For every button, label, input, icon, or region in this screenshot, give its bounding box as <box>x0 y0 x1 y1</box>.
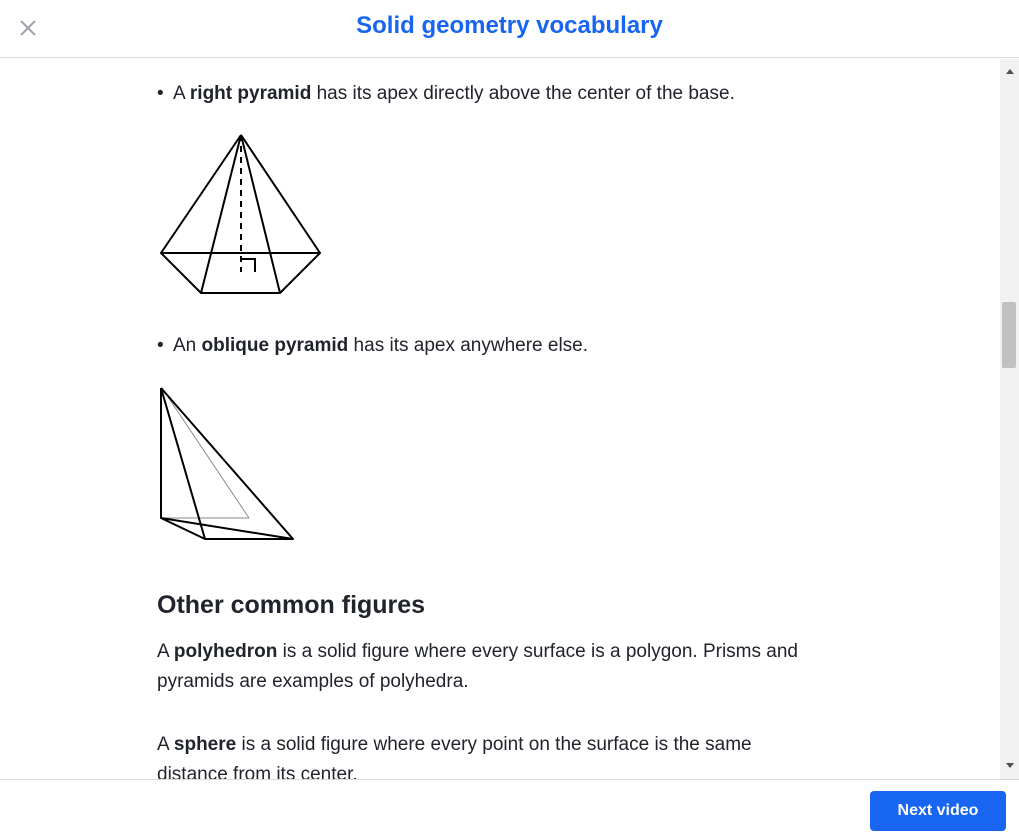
scroll-down-arrow-icon[interactable] <box>1000 757 1019 779</box>
para-prefix: A <box>157 734 174 755</box>
bullet-suffix: has its apex anywhere else. <box>348 335 589 356</box>
scrollbar-thumb[interactable] <box>1002 302 1016 368</box>
article-content: A right pyramid has its apex directly ab… <box>0 59 1000 779</box>
polyhedron-paragraph: A polyhedron is a solid figure where eve… <box>157 637 817 697</box>
scroll-up-arrow-icon[interactable] <box>1000 59 1019 81</box>
term-sphere: sphere <box>173 734 237 755</box>
section-heading: Other common figures <box>157 591 426 619</box>
header-bar: Solid geometry vocabulary <box>0 0 1019 58</box>
footer-bar: Next video <box>0 779 1019 838</box>
term-oblique-pyramid: oblique pyramid <box>201 335 349 356</box>
para-suffix: is a solid figure where every point on t… <box>157 734 752 779</box>
bullet-prefix: An <box>173 335 202 356</box>
term-polyhedron: polyhedron <box>173 641 278 662</box>
term-right-pyramid: right pyramid <box>189 83 312 104</box>
bullet-suffix: has its apex directly above the center o… <box>311 83 735 104</box>
oblique-pyramid-figure <box>160 387 294 540</box>
right-pyramid-bullet: A right pyramid has its apex directly ab… <box>157 81 735 107</box>
sphere-paragraph: A sphere is a solid figure where every p… <box>157 730 817 779</box>
para-prefix: A <box>157 641 174 662</box>
oblique-pyramid-bullet: An oblique pyramid has its apex anywhere… <box>157 333 589 359</box>
next-video-button[interactable]: Next video <box>870 791 1006 831</box>
right-pyramid-figure <box>160 134 321 294</box>
bullet-prefix: A <box>173 83 190 104</box>
page-title: Solid geometry vocabulary <box>356 12 663 39</box>
vertical-scrollbar[interactable] <box>1000 59 1019 779</box>
